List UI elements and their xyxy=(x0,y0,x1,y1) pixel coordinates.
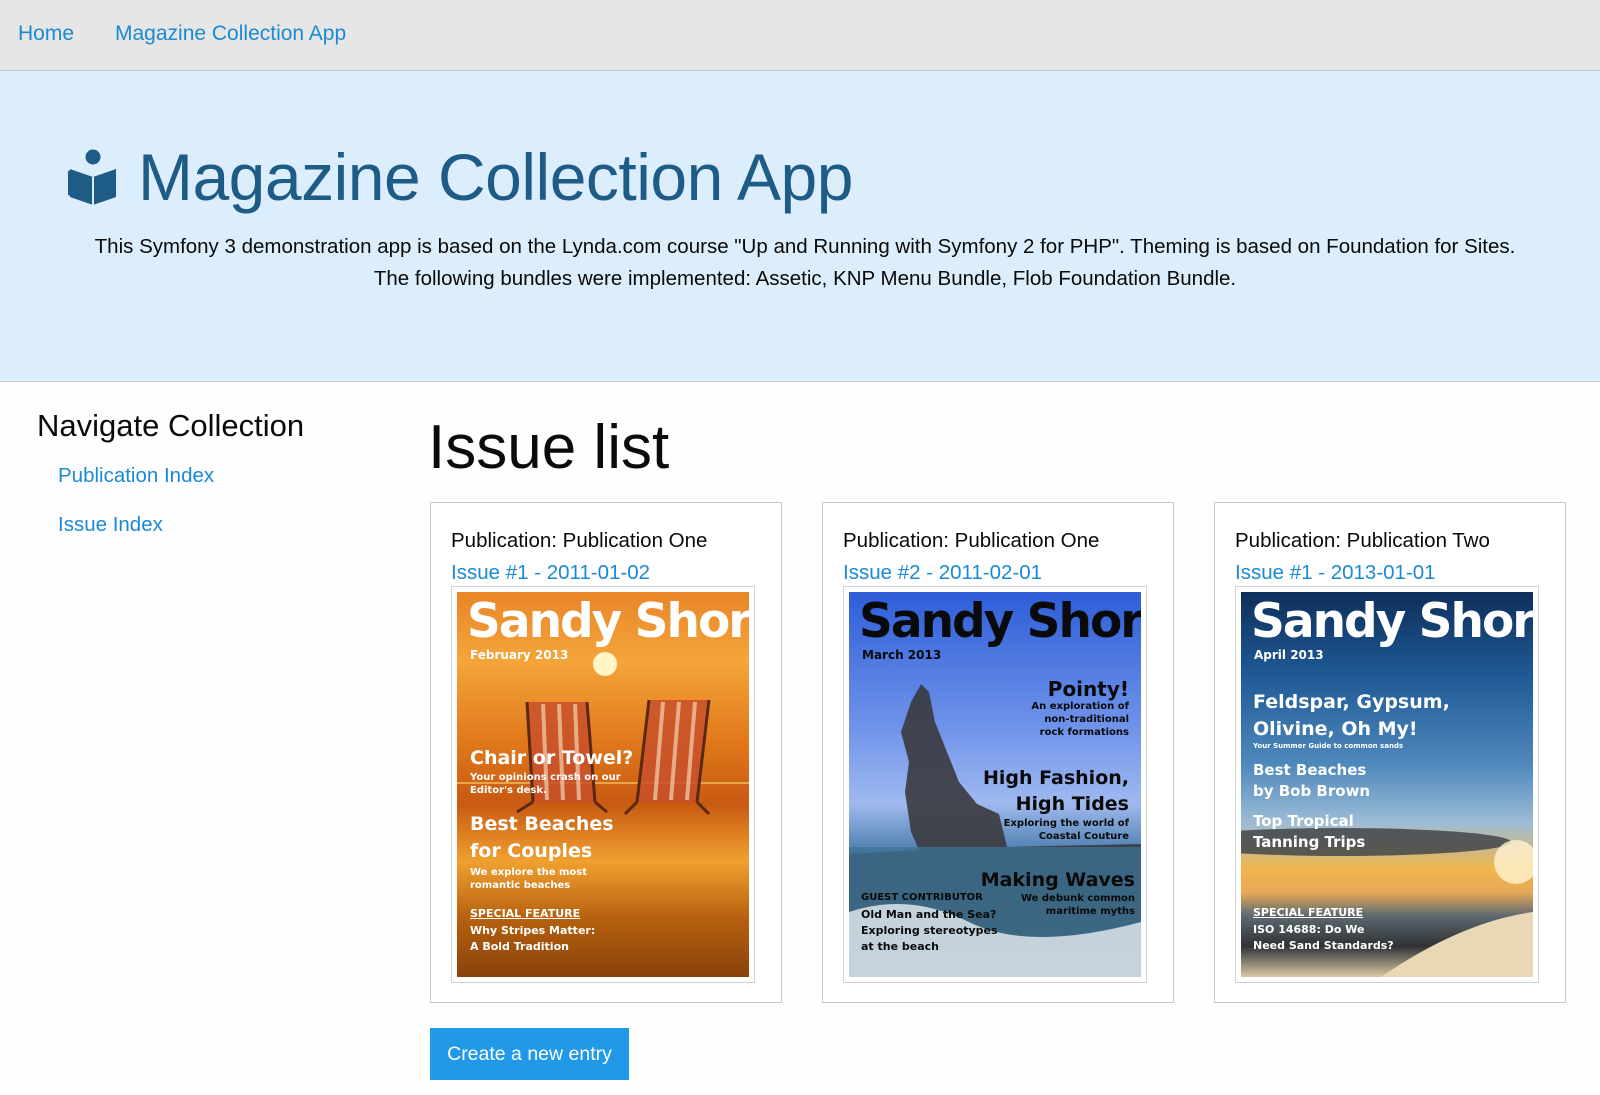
cover-subline: maritime myths xyxy=(1045,906,1135,917)
cover-headline: Tanning Trips xyxy=(1253,833,1366,851)
cover-headline: Feldspar, Gypsum, xyxy=(1253,691,1450,713)
cover-subline: An exploration of xyxy=(1031,701,1129,712)
cover-headline: Best Beaches xyxy=(1253,761,1367,779)
cover-masthead: Sandy Shore xyxy=(859,594,1141,649)
top-bar: Home Magazine Collection App xyxy=(0,0,1600,71)
issue-list-title: Issue list xyxy=(428,413,670,482)
cover-masthead: Sandy Shore xyxy=(467,594,749,649)
magazine-cover-image: Sandy Shore March 2013 Pointy! An explor… xyxy=(849,592,1141,977)
cover-headline: Pointy! xyxy=(1047,677,1129,701)
publication-label: Publication: Publication Two xyxy=(1235,529,1490,552)
sidebar-link-issue-index[interactable]: Issue Index xyxy=(58,513,163,537)
cover-month: February 2013 xyxy=(470,648,569,662)
cover-subline: Why Stripes Matter: xyxy=(470,924,596,937)
cover-headline: for Couples xyxy=(470,840,593,862)
cover-subline: Old Man and the Sea? xyxy=(861,908,997,921)
nav-home-link[interactable]: Home xyxy=(18,22,74,46)
issue-link[interactable]: Issue #2 - 2011-02-01 xyxy=(843,561,1042,585)
cover-thumbnail[interactable]: Sandy Shore April 2013 Feldspar, Gypsum,… xyxy=(1235,586,1539,983)
issue-card: Publication: Publication Two Issue #1 - … xyxy=(1214,502,1566,1003)
cover-subline: romantic beaches xyxy=(470,880,571,891)
cover-headline: High Tides xyxy=(1015,793,1129,815)
issue-link[interactable]: Issue #1 - 2013-01-01 xyxy=(1235,561,1436,585)
app-description: This Symfony 3 demonstration app is base… xyxy=(94,235,1516,290)
cover-headline: by Bob Brown xyxy=(1253,782,1371,800)
cover-headline: Olivine, Oh My! xyxy=(1253,718,1418,740)
cover-subline: Editor's desk. xyxy=(470,785,547,796)
magazine-cover-image: Sandy Shore April 2013 Feldspar, Gypsum,… xyxy=(1241,592,1533,977)
issue-card: Publication: Publication One Issue #2 - … xyxy=(822,502,1174,1003)
hero-banner: Magazine Collection App This Symfony 3 d… xyxy=(0,71,1600,382)
publication-label: Publication: Publication One xyxy=(843,529,1100,552)
cover-headline: Chair or Towel? xyxy=(470,747,634,769)
sidebar-link-publication-index[interactable]: Publication Index xyxy=(58,464,214,488)
cover-month: April 2013 xyxy=(1254,648,1324,662)
sidebar-title: Navigate Collection xyxy=(37,408,305,443)
cover-month: March 2013 xyxy=(862,648,942,662)
hero-heading: Magazine Collection App xyxy=(68,139,853,215)
page-title: Magazine Collection App xyxy=(138,140,853,214)
cover-subline: Exploring the world of xyxy=(1003,818,1129,829)
publication-label: Publication: Publication One xyxy=(451,529,708,552)
cover-subline: We explore the most xyxy=(470,867,588,878)
cover-subline: Coastal Couture xyxy=(1038,831,1129,842)
cover-masthead: Sandy Shore xyxy=(1251,594,1533,649)
cover-subline: We debunk common xyxy=(1020,893,1135,904)
cover-feature-label: SPECIAL FEATURE xyxy=(1253,906,1364,919)
create-new-entry-button[interactable]: Create a new entry xyxy=(430,1028,629,1080)
issue-card: Publication: Publication One Issue #1 - … xyxy=(430,502,782,1003)
cover-subline: A Bold Tradition xyxy=(470,940,569,953)
cover-headline: High Fashion, xyxy=(983,767,1129,789)
cover-subline: rock formations xyxy=(1039,727,1129,738)
cover-thumbnail[interactable]: Sandy Shore March 2013 Pointy! An explor… xyxy=(843,586,1147,983)
cover-feature-label: GUEST CONTRIBUTOR xyxy=(861,892,983,903)
cover-subline: Need Sand Standards? xyxy=(1253,939,1394,952)
cover-subline: ISO 14688: Do We xyxy=(1253,923,1365,936)
cover-feature-label: SPECIAL FEATURE xyxy=(470,907,581,920)
cover-headline: Top Tropical xyxy=(1253,812,1354,830)
cover-subline: at the beach xyxy=(861,940,939,953)
cover-subline: Exploring stereotypes xyxy=(861,924,998,937)
cover-thumbnail[interactable]: Sandy Shore February 2013 Chair or Towel… xyxy=(451,586,755,983)
cover-headline: Best Beaches xyxy=(470,813,614,835)
book-reader-icon xyxy=(68,149,116,205)
cover-subline: Your Summer Guide to common sands xyxy=(1253,742,1404,750)
cover-headline: Making Waves xyxy=(980,869,1135,891)
nav-app-link[interactable]: Magazine Collection App xyxy=(115,22,346,46)
issue-link[interactable]: Issue #1 - 2011-01-02 xyxy=(451,561,650,585)
magazine-cover-image: Sandy Shore February 2013 Chair or Towel… xyxy=(457,592,749,977)
cover-subline: Your opinions crash on our xyxy=(470,772,621,783)
cover-subline: non-traditional xyxy=(1044,714,1129,725)
